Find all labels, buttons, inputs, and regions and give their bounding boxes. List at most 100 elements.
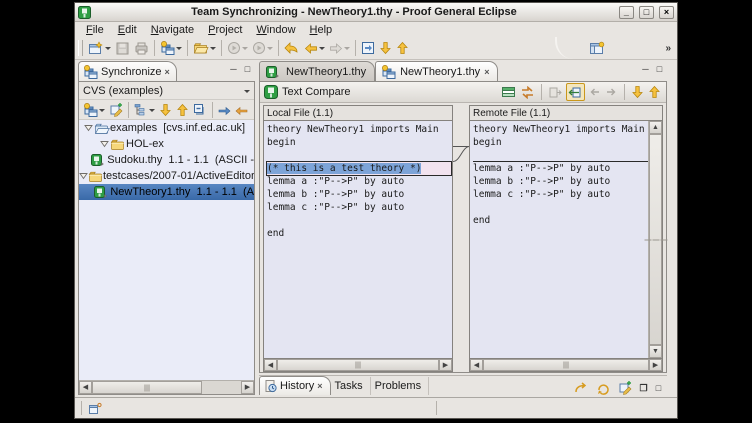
synchronize-action-button[interactable] (158, 38, 184, 58)
ancestor-pane-button[interactable] (500, 83, 517, 101)
next-difference-button[interactable] (630, 83, 645, 101)
previous-change-button[interactable] (394, 38, 411, 58)
new-wizard-button[interactable] (86, 38, 113, 58)
scroll-right-button[interactable]: ▶ (241, 381, 254, 394)
maximize-view-button[interactable]: □ (242, 64, 253, 74)
remote-horizontal-scrollbar[interactable]: ◀ ▶ (470, 358, 662, 371)
save-button[interactable] (113, 38, 132, 58)
chevron-down-icon[interactable] (99, 109, 105, 115)
run-last-button[interactable] (225, 38, 250, 58)
copy-all-left-to-right-button[interactable] (547, 83, 564, 101)
copy-current-change-button[interactable] (566, 83, 585, 101)
synchronize-scope-row[interactable]: CVS (examples) (79, 82, 254, 100)
menu-help[interactable]: Help (303, 24, 340, 36)
scrollbar-thumb[interactable] (92, 381, 202, 394)
scroll-down-button[interactable]: ▼ (649, 345, 662, 358)
tab-newtheory1-compare[interactable]: NewTheory1.thy × (375, 61, 498, 81)
remote-code-editor[interactable]: theory NewTheory1 imports Mainbeginlemma… (470, 121, 648, 358)
expand-twisty-icon[interactable] (99, 140, 109, 148)
chevron-down-icon[interactable] (267, 47, 273, 53)
link-with-editor-button[interactable] (572, 378, 590, 398)
scroll-right-button[interactable]: ▶ (649, 359, 662, 371)
expand-twisty-icon[interactable] (79, 172, 88, 180)
expand-twisty-icon[interactable] (83, 124, 93, 132)
restore-view-button[interactable]: ❐ (638, 383, 649, 393)
scroll-left-button[interactable]: ◀ (470, 359, 483, 371)
minimize-view-button[interactable]: ─ (228, 64, 239, 74)
back-button[interactable] (282, 38, 302, 58)
menu-project[interactable]: Project (201, 24, 249, 36)
close-icon[interactable]: × (317, 381, 322, 391)
tab-problems[interactable]: Problems (371, 377, 429, 395)
tab-history[interactable]: History × (259, 376, 331, 395)
pin-view-button[interactable] (107, 101, 125, 118)
minimize-editor-button[interactable]: ─ (640, 64, 651, 74)
toolbar-overflow-chevron[interactable]: » (665, 43, 671, 54)
toolbar-grip[interactable] (78, 40, 83, 56)
sidebar-horizontal-scrollbar[interactable]: ◀ ▶ (79, 380, 254, 394)
navigate-back-button[interactable] (302, 38, 327, 58)
close-button[interactable]: × (659, 6, 674, 19)
outgoing-mode-button[interactable] (233, 101, 250, 118)
tab-newtheory1-editor[interactable]: NewTheory1.thy (259, 61, 375, 81)
maximize-view-button[interactable]: □ (653, 383, 664, 393)
scroll-left-button[interactable]: ◀ (79, 381, 92, 394)
scroll-left-button[interactable]: ◀ (264, 359, 277, 371)
copy-left-button[interactable] (587, 83, 602, 101)
close-icon[interactable]: × (484, 67, 489, 77)
scrollbar-track[interactable] (202, 381, 241, 394)
previous-difference-button[interactable] (647, 83, 662, 101)
scrollbar-thumb[interactable] (483, 359, 649, 371)
chevron-down-icon[interactable] (105, 47, 111, 53)
navigate-forward-button[interactable] (327, 38, 352, 58)
two-way-compare-button[interactable] (519, 83, 536, 101)
next-difference-button[interactable] (157, 101, 174, 118)
scroll-up-button[interactable]: ▲ (649, 121, 662, 134)
tree-item-examples[interactable]: examples [cvs.inf.ed.ac.uk] (79, 120, 254, 136)
fast-view-icon[interactable] (88, 402, 102, 415)
chevron-down-icon[interactable] (210, 47, 216, 53)
previous-difference-button[interactable] (174, 101, 191, 118)
chevron-down-icon[interactable] (242, 47, 248, 53)
refresh-button[interactable] (594, 378, 612, 398)
tree-item-hol-ex[interactable]: HOL-ex (79, 136, 254, 152)
chevron-down-icon[interactable] (149, 109, 155, 115)
minimize-button[interactable]: _ (619, 6, 634, 19)
chevron-down-icon[interactable] (344, 47, 350, 53)
tree-item-sudoku-thy[interactable]: Sudoku.thy 1.1 - 1.1 (ASCII - (79, 152, 254, 168)
title-bar[interactable]: Team Synchronizing - NewTheory1.thy - Pr… (75, 3, 677, 22)
debug-last-button[interactable] (250, 38, 275, 58)
chevron-down-icon[interactable] (319, 47, 325, 53)
incoming-mode-button[interactable] (216, 101, 233, 118)
chevron-down-icon[interactable] (176, 47, 182, 53)
maximize-button[interactable]: □ (639, 6, 654, 19)
tab-synchronize[interactable]: Synchronize × (78, 61, 177, 81)
tree-item-testcases[interactable]: testcases/2007-01/ActiveEditorV (79, 168, 254, 184)
menu-navigate[interactable]: Navigate (144, 24, 201, 36)
pin-button[interactable] (616, 378, 634, 398)
tree-item-newtheory1-thy[interactable]: NewTheory1.thy 1.1 - 1.1 (A (79, 184, 254, 200)
print-button[interactable] (132, 38, 151, 58)
copy-right-button[interactable] (604, 83, 619, 101)
local-code-editor[interactable]: theory NewTheory1 imports Mainbegin(* th… (264, 121, 452, 358)
collapse-all-button[interactable] (191, 101, 209, 118)
chevron-down-icon[interactable] (244, 90, 250, 96)
scrollbar-thumb[interactable] (277, 359, 439, 371)
remote-vertical-scrollbar[interactable]: ▲ ▼ (648, 121, 662, 358)
close-icon[interactable]: × (165, 67, 170, 77)
synchronize-button[interactable] (359, 38, 377, 58)
menu-edit[interactable]: Edit (111, 24, 144, 36)
scrollbar-thumb[interactable] (649, 134, 662, 345)
local-horizontal-scrollbar[interactable]: ◀ ▶ (264, 358, 452, 371)
menu-file[interactable]: File (79, 24, 111, 36)
next-change-button[interactable] (377, 38, 394, 58)
tab-tasks[interactable]: Tasks (331, 377, 371, 395)
scroll-right-button[interactable]: ▶ (439, 359, 452, 371)
open-perspective-button[interactable] (587, 38, 607, 58)
open-element-button[interactable] (191, 38, 218, 58)
menu-window[interactable]: Window (249, 24, 302, 36)
synchronize-mode-button[interactable] (81, 101, 107, 118)
sync-tree[interactable]: examples [cvs.inf.ed.ac.uk]HOL-exSudoku.… (79, 120, 254, 380)
presentation-mode-button[interactable] (132, 101, 157, 118)
maximize-editor-button[interactable]: □ (654, 64, 665, 74)
